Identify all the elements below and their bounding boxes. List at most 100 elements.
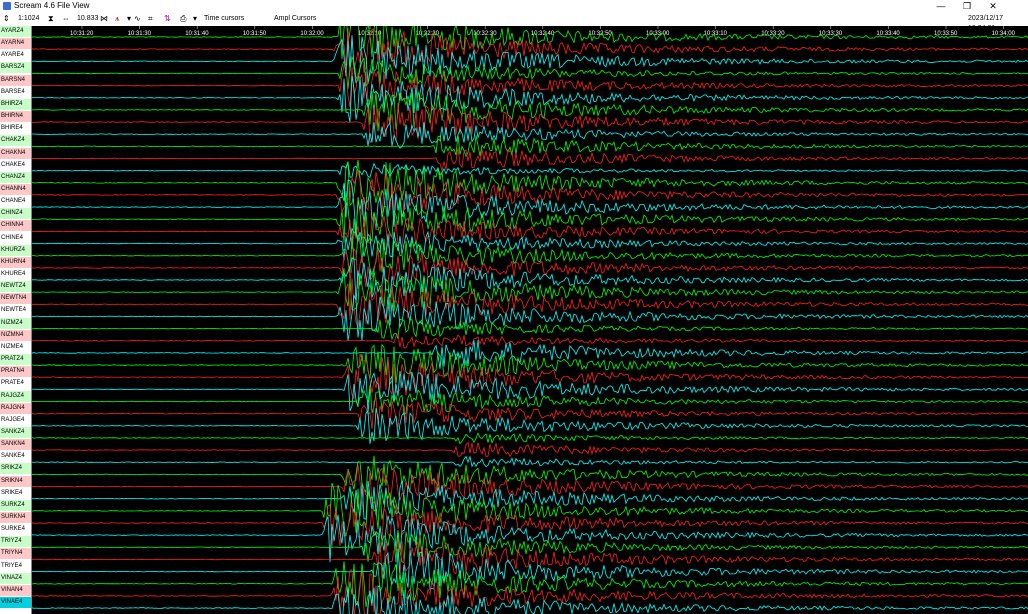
waveform-trace	[32, 343, 1028, 386]
channel-label[interactable]: NIZME4	[0, 341, 31, 353]
channel-label[interactable]: CHAKE4	[0, 159, 31, 171]
print-dropdown-icon[interactable]: ▾	[193, 14, 197, 24]
channel-label[interactable]: KHURE4	[0, 269, 31, 280]
waveform-plot[interactable]: 10:31:20 10:31:30 10:31:40 10:31:50 10:32:00…	[31, 26, 1028, 614]
vertical-zoom-icon[interactable]: ⧗	[48, 14, 54, 24]
channel-label[interactable]: SANKN4	[0, 439, 31, 451]
filter-icon[interactable]: ⩚	[115, 14, 120, 24]
waveform-trace	[32, 502, 1028, 548]
waveform-trace	[32, 339, 1028, 369]
channel-label[interactable]: SANKZ4	[0, 426, 31, 438]
amplitude-scale-value[interactable]: 1:1024	[18, 14, 39, 24]
channel-label[interactable]: RAJGZ4	[0, 390, 31, 402]
channel-label[interactable]: PRATZ4	[0, 354, 31, 366]
waveform-icon[interactable]: ∿	[134, 14, 141, 24]
channel-label[interactable]: TRIYZ4	[0, 536, 31, 548]
datetime-display: 2023/12/17 10:34:01	[968, 15, 1004, 32]
channel-label[interactable]: BHIRN4	[0, 111, 31, 123]
channel-label[interactable]: CHAKN4	[0, 147, 31, 159]
channel-label[interactable]: CHINZ4	[0, 208, 31, 220]
time-tick-label: 10:32:40	[531, 31, 555, 37]
print-icon[interactable]: ⎙	[180, 14, 186, 24]
waveform-trace	[32, 170, 1028, 216]
channel-label[interactable]: PRATE4	[0, 378, 31, 390]
waveform-trace	[32, 561, 1028, 608]
channel-label[interactable]: RAJGE4	[0, 414, 31, 426]
channel-label-list: AYARZ4 AYARN4 AYARE4 BARSZ4 BARSN4 BARSE4 BHIR…	[0, 26, 31, 614]
time-cursors-button[interactable]: Time cursors	[204, 14, 244, 24]
channel-label[interactable]: RAJGN4	[0, 402, 31, 414]
waveform-trace	[32, 585, 1028, 614]
time-tick-label: 10:33:10	[704, 31, 728, 37]
channel-label[interactable]: NEWTZ4	[0, 281, 31, 293]
channel-label[interactable]: BARSE4	[0, 86, 31, 98]
channel-label[interactable]: CHAKZ4	[0, 135, 31, 147]
channel-label[interactable]: NEWTN4	[0, 293, 31, 305]
vertical-scale-icon[interactable]: ⇕	[3, 14, 10, 24]
window-title: Scream 4.6 File View	[14, 1, 90, 10]
channel-label[interactable]: VINAN4	[0, 584, 31, 596]
channel-label[interactable]: SURKN4	[0, 512, 31, 523]
channel-label[interactable]: PRATN4	[0, 366, 31, 378]
ampl-cursors-button[interactable]: Ampl Cursors	[274, 14, 316, 24]
channel-label[interactable]: AYARZ4	[0, 26, 31, 37]
channel-label[interactable]: SANKE4	[0, 451, 31, 463]
horizontal-zoom-icon[interactable]: ⋈	[100, 14, 108, 24]
channel-label[interactable]: TRIYE4	[0, 560, 31, 572]
channel-label[interactable]: VINAE4	[0, 597, 31, 609]
time-tick-label: 10:32:20	[416, 31, 440, 37]
channel-label[interactable]: NIZMZ4	[0, 317, 31, 329]
horizontal-scale-icon[interactable]: ⇔	[62, 14, 70, 24]
toolbar: ⇕ 1:1024 ⧗ ⇔ 10.833 ⋈ ⩚ ▾ ∿ ⌗ ⇅ ⎙ ▾ Time…	[0, 12, 1028, 32]
channel-label[interactable]: KHURZ4	[0, 244, 31, 256]
time-tick-label: 10:31:40	[185, 31, 209, 37]
waveform-trace	[32, 333, 1028, 349]
channel-label[interactable]: SRIKZ4	[0, 463, 31, 475]
channel-label[interactable]: BHIRE4	[0, 123, 31, 135]
channel-label[interactable]: SRIKE4	[0, 487, 31, 499]
channel-label[interactable]: BARSZ4	[0, 62, 31, 74]
waveform-trace	[32, 455, 1028, 468]
channel-label[interactable]: SURKE4	[0, 524, 31, 536]
minimize-button[interactable]: —	[928, 0, 954, 12]
waveform-trace	[32, 64, 1028, 108]
waveform-trace	[32, 257, 1028, 304]
waveform-trace	[32, 147, 1028, 171]
channel-label[interactable]: CHANZ4	[0, 171, 31, 183]
sort-icon[interactable]: ⇅	[164, 14, 171, 24]
channel-label[interactable]: CHANE4	[0, 196, 31, 208]
time-tick-label: 10:31:20	[70, 31, 94, 37]
dropdown-arrow-icon[interactable]: ▾	[127, 14, 131, 24]
channel-label[interactable]: BHIRZ4	[0, 98, 31, 110]
waveform-trace	[32, 432, 1028, 445]
channel-label[interactable]: KHURN4	[0, 256, 31, 268]
channel-label[interactable]: NEWTE4	[0, 305, 31, 317]
channel-label[interactable]: CHANN4	[0, 183, 31, 195]
waveform-trace	[32, 159, 1028, 208]
channel-label[interactable]: CHINE4	[0, 232, 31, 244]
channel-label[interactable]: NIZMN4	[0, 329, 31, 341]
app-icon	[3, 2, 11, 10]
time-tick-label: 10:33:00	[646, 31, 670, 37]
channel-label[interactable]: TRIYN4	[0, 548, 31, 560]
channel-label[interactable]: AYARN4	[0, 38, 31, 50]
time-tick-label: 10:31:50	[243, 31, 267, 37]
waveform-trace	[32, 353, 1028, 401]
channel-label[interactable]: AYARE4	[0, 50, 31, 62]
waveform-trace	[32, 465, 1028, 510]
channel-label[interactable]: BARSN4	[0, 74, 31, 86]
waveform-svg[interactable]: 10:31:20 10:31:30 10:31:40 10:31:50 10:32:00…	[32, 26, 1028, 614]
channel-label[interactable]: SURKZ4	[0, 499, 31, 511]
maximize-button[interactable]: ❐	[954, 0, 980, 12]
channel-label[interactable]: SRIKN4	[0, 475, 31, 487]
channel-label[interactable]: VINAZ4	[0, 572, 31, 584]
waveform-trace	[32, 294, 1028, 341]
fit-icon[interactable]: ⌗	[148, 14, 153, 24]
waveform-trace	[32, 121, 1028, 149]
waveform-trace	[32, 75, 1028, 123]
title-bar: Scream 4.6 File View — ❐ ✕	[0, 0, 1028, 12]
time-window-value[interactable]: 10.833	[77, 14, 98, 24]
waveform-trace	[32, 441, 1028, 458]
close-button[interactable]: ✕	[980, 0, 1006, 12]
channel-label[interactable]: CHINN4	[0, 220, 31, 232]
